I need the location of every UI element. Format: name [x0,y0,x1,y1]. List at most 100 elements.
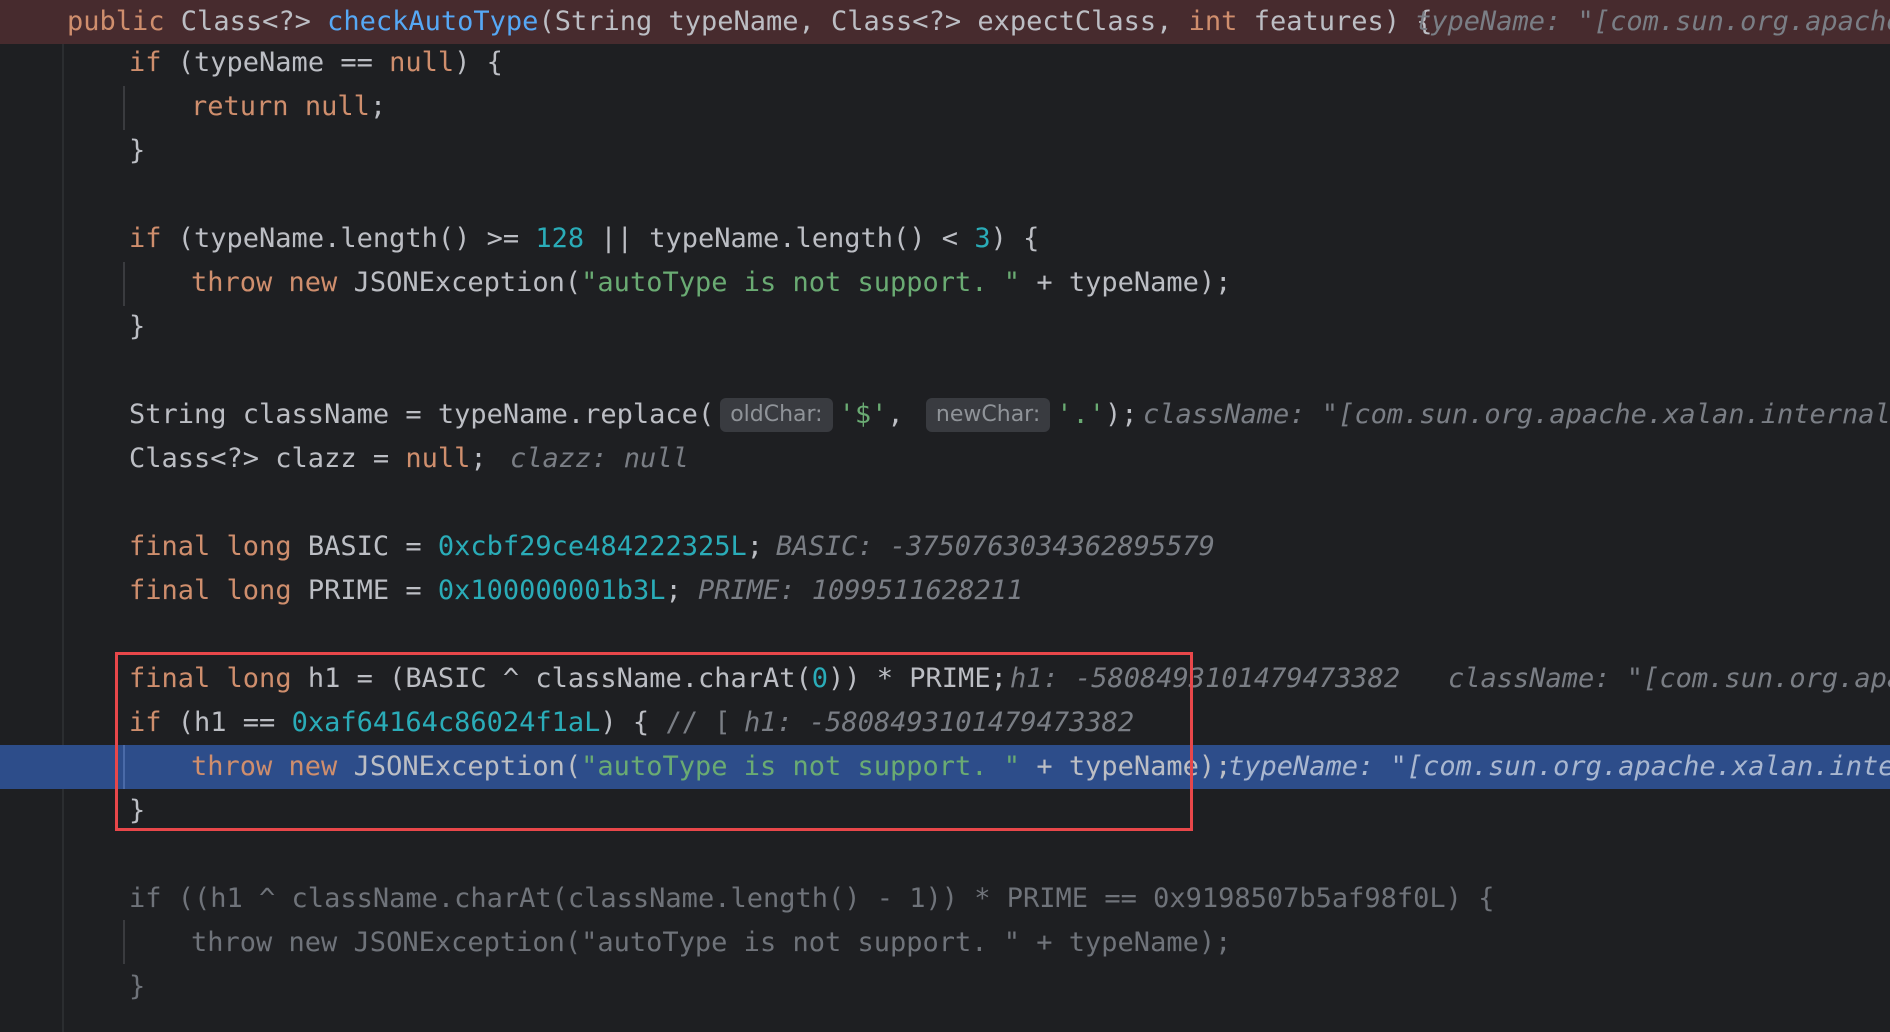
code-text: ; [746,531,764,562]
keyword: final [129,575,211,606]
code-line-unreachable[interactable]: if ((h1 ^ className.charAt(className.len… [0,877,1890,921]
code-text: PRIME = [291,575,438,606]
number-literal: 0x100000001b3L [437,575,666,606]
keyword: long [226,575,292,606]
inline-debug-value: clazz: null [510,443,689,474]
code-text: ; [470,443,487,474]
code-text: features) { [1237,6,1433,37]
code-text: ); [1105,399,1138,430]
keyword: final [129,663,211,694]
current-execution-line[interactable]: throw new JSONException("autoType is not… [0,745,1890,789]
code-line-unreachable[interactable]: } [0,965,1890,1009]
keyword: if [129,47,162,78]
method-name: checkAutoType [327,6,539,37]
code-line[interactable]: if (typeName == null) { [0,41,1890,85]
code-line[interactable]: if (typeName.length() >= 128 || typeName… [0,217,1890,261]
number-literal: 3 [974,223,991,254]
number-literal: 0xaf64164c86024f1aL [291,707,601,738]
code-text: ) { [454,47,503,78]
code-text: } [129,311,146,342]
code-line[interactable]: } [0,789,1890,833]
parameter-hint-newchar: newChar: [925,398,1051,432]
inline-debug-value: h1: -5808493101479473382 [744,707,1135,738]
char-literal: '.' [1056,399,1106,430]
indent-guide [123,745,125,789]
code-text: + typeName); [1020,751,1232,782]
inline-debug-value: className: "[com.sun.org.apache.xalan.in… [1143,399,1890,430]
code-line[interactable]: return null; [0,85,1890,129]
code-text: ) { [990,223,1040,254]
code-line[interactable]: String className = typeName.replace(oldC… [0,393,1890,437]
code-text: (typeName == [161,47,390,78]
code-text: } [129,795,146,826]
parameter-hint-oldchar: oldChar: [720,398,833,432]
keyword: throw [191,751,273,782]
code-text: if ((h1 ^ className.charAt(className.len… [129,883,1495,914]
code-line[interactable]: } [0,129,1890,173]
keyword: null [405,443,471,474]
inline-debug-value: h1: -5808493101479473382 [1010,663,1401,694]
keyword: return [191,91,289,122]
number-literal: 128 [535,223,585,254]
code-text: ; [369,91,387,122]
code-line[interactable]: Class<?> clazz = null; clazz: null [0,437,1890,481]
comment: // [ [665,707,731,738]
inline-debug-value: typeName: "[com.sun.org.apache.xalan.int… [1228,751,1890,782]
code-text: (typeName.length() >= [161,223,536,254]
keyword: null [389,47,455,78]
keyword: if [129,223,162,254]
string-literal: "autoType is not support. " [581,751,1021,782]
code-line[interactable]: final long h1 = (BASIC ^ className.charA… [0,657,1890,701]
code-line[interactable]: if (h1 == 0xaf64164c86024f1aL) { // [ h1… [0,701,1890,745]
code-text: } [129,971,146,1002]
inline-debug-value: BASIC: -3750763034362895579 [776,531,1215,562]
code-text: )) * PRIME; [828,663,1007,694]
code-text: ; [665,575,682,606]
code-text: Class<?> [164,6,328,37]
code-text: JSONException( [337,267,582,298]
code-editor[interactable]: public Class<?> checkAutoType(String typ… [0,0,1890,1032]
char-literal: '$' [838,399,888,430]
code-text: (String typeName, Class<?> expectClass, [538,6,1189,37]
code-text: String className = typeName.replace( [129,399,715,430]
code-line[interactable]: throw new JSONException("autoType is not… [0,261,1890,305]
code-line-method-signature[interactable]: public Class<?> checkAutoType(String typ… [0,0,1890,44]
inline-debug-value: PRIME: 1099511628211 [698,575,1024,606]
inline-debug-value: typeName: "[com.sun.org.apache [1415,6,1890,37]
number-literal: 0xcbf29ce484222325L [437,531,747,562]
keyword: long [226,531,292,562]
code-line[interactable]: final long PRIME = 0x100000001b3L; PRIME… [0,569,1890,613]
inline-debug-value: className: "[com.sun.org.apac [1448,663,1890,694]
keyword: new [288,267,338,298]
code-text: ) { [600,707,666,738]
code-line[interactable]: final long BASIC = 0xcbf29ce484222325L; … [0,525,1890,569]
code-line-unreachable[interactable]: throw new JSONException("autoType is not… [0,921,1890,965]
keyword: long [226,663,292,694]
keyword: null [304,91,370,122]
code-text: + typeName); [1020,267,1232,298]
code-text: (h1 == [161,707,292,738]
keyword: int [1188,6,1238,37]
code-text: JSONException( [337,751,582,782]
code-text: throw new JSONException("autoType is not… [191,927,1232,958]
keyword: if [129,707,162,738]
code-line[interactable]: } [0,305,1890,349]
keyword: public [67,6,165,37]
string-literal: "autoType is not support. " [581,267,1021,298]
code-text: , [887,399,904,430]
keyword: new [288,751,338,782]
code-text: BASIC = [291,531,438,562]
code-text: h1 = (BASIC ^ className.charAt( [291,663,812,694]
code-text: || typeName.length() < [584,223,975,254]
keyword: throw [191,267,273,298]
code-text: Class<?> clazz = [129,443,406,474]
code-text: } [129,135,146,166]
keyword: final [129,531,211,562]
number-literal: 0 [811,663,829,694]
